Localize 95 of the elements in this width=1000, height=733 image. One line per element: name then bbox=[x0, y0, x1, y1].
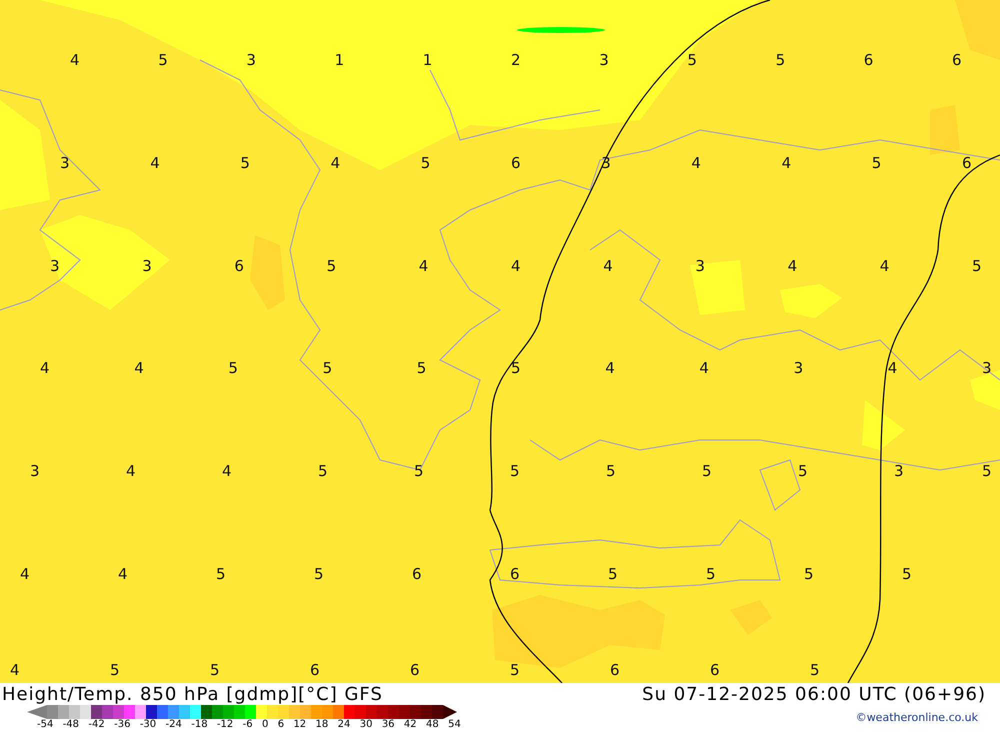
map-value-label: 3 bbox=[599, 52, 609, 68]
map-value-label: 4 bbox=[418, 258, 428, 274]
map-value-label: 6 bbox=[234, 258, 244, 274]
map-value-label: 5 bbox=[326, 258, 336, 274]
scale-label: 18 bbox=[316, 719, 328, 731]
map-value-label: 4 bbox=[605, 360, 615, 376]
map-value-label: 5 bbox=[228, 360, 238, 376]
map-value-label: 5 bbox=[318, 463, 328, 479]
scale-label: -42 bbox=[88, 719, 105, 731]
map-value-label: 4 bbox=[691, 155, 701, 171]
scale-label: -12 bbox=[216, 719, 234, 731]
map-value-label: 5 bbox=[216, 566, 226, 582]
map-value-label: 4 bbox=[10, 662, 20, 678]
map-value-label: 5 bbox=[810, 662, 820, 678]
map-value-label: 1 bbox=[422, 52, 432, 68]
map-value-label: 6 bbox=[710, 662, 720, 678]
map-value-label: 3 bbox=[695, 258, 705, 274]
map-value-label: 4 bbox=[330, 155, 340, 171]
map-value-label: 4 bbox=[880, 258, 890, 274]
map-value-label: 5 bbox=[687, 52, 697, 68]
map-value-label: 5 bbox=[702, 463, 712, 479]
map-value-label: 4 bbox=[70, 52, 80, 68]
map-value-label: 4 bbox=[888, 360, 898, 376]
map-value-label: 5 bbox=[706, 566, 716, 582]
map-value-label: 3 bbox=[246, 52, 256, 68]
map-value-label: 6 bbox=[952, 52, 962, 68]
map-value-label: 4 bbox=[126, 463, 136, 479]
scale-label: -6 bbox=[242, 719, 253, 731]
map-value-label: 3 bbox=[50, 258, 60, 274]
scale-label: -54 bbox=[37, 719, 54, 731]
scale-label: 36 bbox=[382, 719, 395, 731]
map-value-label: 3 bbox=[60, 155, 70, 171]
forecast-datetime: Su 07-12-2025 06:00 UTC (06+96) bbox=[642, 684, 986, 704]
map-value-label: 4 bbox=[150, 155, 160, 171]
map-value-label: 5 bbox=[416, 360, 426, 376]
scale-label: 24 bbox=[338, 719, 350, 731]
scale-label: -18 bbox=[191, 719, 208, 731]
map-value-label: 5 bbox=[511, 360, 521, 376]
copyright-link[interactable]: ©weatheronline.co.uk bbox=[856, 711, 978, 724]
map-value-label: 5 bbox=[240, 155, 250, 171]
map-value-label: 4 bbox=[699, 360, 709, 376]
map-value-label: 5 bbox=[608, 566, 618, 582]
map-value-label: 6 bbox=[864, 52, 874, 68]
map-value-label: 4 bbox=[511, 258, 521, 274]
scale-label: -48 bbox=[62, 719, 80, 731]
map-value-label: 5 bbox=[314, 566, 324, 582]
map-value-label: 5 bbox=[982, 463, 992, 479]
map-value-label: 6 bbox=[412, 566, 422, 582]
map-value-label: 5 bbox=[804, 566, 814, 582]
scale-left-arrow-icon bbox=[27, 705, 47, 719]
map-value-label: 6 bbox=[310, 662, 320, 678]
scale-label: -36 bbox=[114, 719, 130, 731]
map-value-label: 5 bbox=[322, 360, 332, 376]
map-value-label: 5 bbox=[902, 566, 912, 582]
map-value-label: 3 bbox=[894, 463, 904, 479]
map-value-label: 4 bbox=[788, 258, 798, 274]
scale-label: 42 bbox=[404, 719, 417, 731]
map-title: Height/Temp. 850 hPa [gdmp][°C] GFS bbox=[2, 684, 383, 704]
map-value-label: 2 bbox=[511, 52, 521, 68]
scale-label: 6 bbox=[278, 719, 284, 731]
map-value-label: 4 bbox=[782, 155, 792, 171]
map-value-label: 5 bbox=[210, 662, 220, 678]
map-value-label: 4 bbox=[603, 258, 613, 274]
map-value-label: 5 bbox=[420, 155, 430, 171]
map-value-label: 4 bbox=[134, 360, 144, 376]
map-value-label: 5 bbox=[872, 155, 882, 171]
map-value-label: 5 bbox=[110, 662, 120, 678]
map-value-label: 3 bbox=[794, 360, 804, 376]
scale-label: 0 bbox=[262, 719, 268, 731]
map-value-label: 6 bbox=[410, 662, 420, 678]
map-value-label: 5 bbox=[510, 662, 520, 678]
scale-right-arrow-icon bbox=[443, 705, 457, 719]
map-value-label: 6 bbox=[510, 566, 520, 582]
map-value-label: 3 bbox=[30, 463, 40, 479]
scale-label: -30 bbox=[140, 719, 156, 731]
map-value-label: 3 bbox=[142, 258, 152, 274]
map-value-label: 5 bbox=[606, 463, 616, 479]
map-value-label: 4 bbox=[20, 566, 30, 582]
scale-label: 30 bbox=[360, 719, 372, 731]
map-value-label: 6 bbox=[511, 155, 521, 171]
map-value-label: 1 bbox=[334, 52, 344, 68]
map-value-label: 6 bbox=[610, 662, 620, 678]
map-value-label: 4 bbox=[118, 566, 128, 582]
map-value-label: 5 bbox=[972, 258, 982, 274]
scale-label: 48 bbox=[426, 719, 439, 731]
map-value-label: 5 bbox=[776, 52, 786, 68]
map-value-label: 5 bbox=[510, 463, 520, 479]
scale-label: 12 bbox=[293, 719, 306, 731]
map-value-label: 4 bbox=[40, 360, 50, 376]
scale-label: -24 bbox=[166, 719, 182, 731]
map-value-label: 5 bbox=[158, 52, 168, 68]
map-value-label: 6 bbox=[962, 155, 972, 171]
map-value-label: 5 bbox=[798, 463, 808, 479]
scale-label: 54 bbox=[448, 719, 461, 731]
map-value-label: 4 bbox=[222, 463, 232, 479]
